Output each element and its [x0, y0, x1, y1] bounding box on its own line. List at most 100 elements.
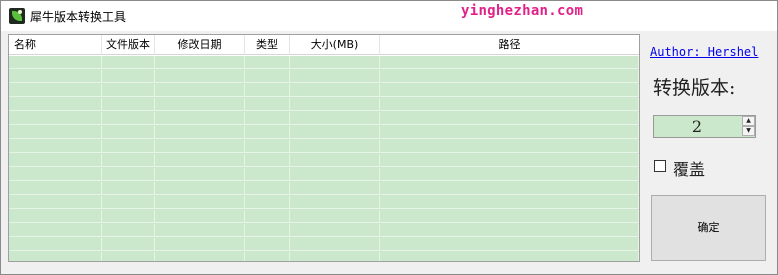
table-cell — [155, 140, 245, 153]
table-row[interactable] — [9, 112, 639, 125]
column-header-file-version[interactable]: 文件版本 — [102, 35, 155, 55]
column-header-name[interactable]: 名称 — [9, 35, 102, 55]
table-cell — [155, 112, 245, 125]
table-cell — [155, 210, 245, 223]
table-cell — [380, 196, 639, 209]
table-cell — [290, 70, 380, 83]
table-cell — [102, 182, 155, 195]
table-cell — [9, 126, 102, 139]
table-row[interactable] — [9, 56, 639, 69]
table-row[interactable] — [9, 84, 639, 97]
table-cell — [102, 84, 155, 97]
table-row[interactable] — [9, 154, 639, 167]
table-cell — [102, 224, 155, 237]
table-cell — [290, 126, 380, 139]
table-cell — [155, 56, 245, 69]
table-cell — [380, 168, 639, 181]
table-cell — [9, 224, 102, 237]
spin-down-button[interactable]: ▼ — [742, 126, 755, 136]
table-cell — [380, 112, 639, 125]
table-cell — [102, 168, 155, 181]
overwrite-checkbox[interactable] — [654, 160, 666, 172]
table-cell — [245, 98, 290, 111]
table-cell — [290, 140, 380, 153]
table-cell — [9, 112, 102, 125]
table-cell — [245, 140, 290, 153]
table-cell — [155, 238, 245, 251]
table-cell — [102, 98, 155, 111]
table-cell — [9, 252, 102, 261]
table-cell — [290, 168, 380, 181]
table-row[interactable] — [9, 238, 639, 251]
table-row[interactable] — [9, 210, 639, 223]
title-bar: 犀牛版本转换工具 yinghezhan.com — [1, 1, 777, 31]
table-cell — [380, 238, 639, 251]
column-header-type[interactable]: 类型 — [245, 35, 290, 55]
table-cell — [290, 98, 380, 111]
table-cell — [380, 84, 639, 97]
table-cell — [245, 238, 290, 251]
table-cell — [380, 182, 639, 195]
table-cell — [380, 252, 639, 261]
table-cell — [102, 140, 155, 153]
table-row[interactable] — [9, 126, 639, 139]
watermark-text: yinghezhan.com — [461, 3, 584, 19]
triangle-down-icon: ▼ — [746, 127, 751, 134]
version-value[interactable]: 2 — [654, 116, 740, 137]
table-cell — [9, 196, 102, 209]
table-cell — [155, 196, 245, 209]
table-cell — [155, 126, 245, 139]
version-spinner[interactable]: 2 ▲ ▼ — [653, 115, 756, 138]
table-cell — [245, 196, 290, 209]
rhino-app-icon — [9, 8, 25, 24]
table-cell — [290, 252, 380, 261]
table-cell — [290, 196, 380, 209]
table-cell — [380, 98, 639, 111]
column-header-path[interactable]: 路径 — [380, 35, 639, 55]
column-header-modified-date[interactable]: 修改日期 — [155, 35, 245, 55]
table-cell — [102, 112, 155, 125]
table-row[interactable] — [9, 70, 639, 83]
table-cell — [380, 224, 639, 237]
spin-up-button[interactable]: ▲ — [742, 116, 755, 126]
table-cell — [290, 224, 380, 237]
table-cell — [290, 112, 380, 125]
table-cell — [245, 112, 290, 125]
ok-button[interactable]: 确定 — [651, 195, 766, 261]
table-cell — [245, 56, 290, 69]
author-link[interactable]: Author: Hershel — [650, 45, 758, 59]
table-row[interactable] — [9, 224, 639, 237]
table-row[interactable] — [9, 98, 639, 111]
table-row[interactable] — [9, 168, 639, 181]
table-cell — [245, 252, 290, 261]
table-cell — [102, 252, 155, 261]
table-cell — [245, 126, 290, 139]
table-cell — [9, 210, 102, 223]
table-cell — [245, 70, 290, 83]
table-cell — [245, 182, 290, 195]
table-cell — [155, 182, 245, 195]
table-cell — [245, 84, 290, 97]
table-cell — [380, 56, 639, 69]
table-row[interactable] — [9, 196, 639, 209]
overwrite-label[interactable]: 覆盖 — [673, 156, 705, 180]
file-list-body[interactable] — [9, 56, 639, 261]
table-cell — [9, 238, 102, 251]
table-cell — [102, 154, 155, 167]
table-cell — [155, 252, 245, 261]
table-row[interactable] — [9, 140, 639, 153]
file-list[interactable]: 名称 文件版本 修改日期 类型 大小(MB) 路径 — [8, 34, 640, 262]
table-cell — [245, 168, 290, 181]
table-cell — [290, 56, 380, 69]
table-row[interactable] — [9, 182, 639, 195]
table-cell — [102, 238, 155, 251]
table-cell — [290, 238, 380, 251]
triangle-up-icon: ▲ — [746, 117, 751, 124]
table-cell — [9, 140, 102, 153]
table-cell — [155, 168, 245, 181]
convert-version-label: 转换版本: — [653, 77, 736, 99]
column-header-size[interactable]: 大小(MB) — [290, 35, 380, 55]
table-cell — [380, 70, 639, 83]
table-cell — [155, 224, 245, 237]
table-row[interactable] — [9, 252, 639, 261]
